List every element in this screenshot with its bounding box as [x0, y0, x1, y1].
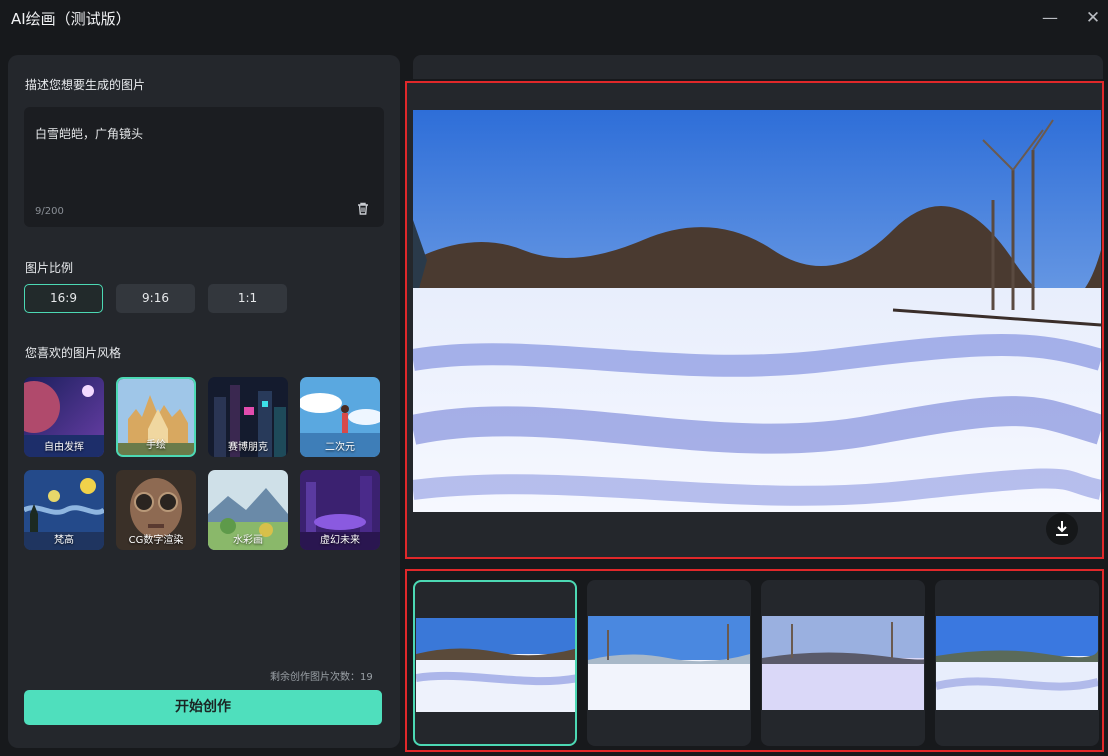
style-card-unreal-future[interactable]: 虚幻未来 [300, 470, 380, 550]
thumbnail-1[interactable] [413, 580, 577, 746]
title-bar: AI绘画（测试版） — ✕ [0, 0, 1108, 38]
remaining-count-label: 剩余创作图片次数：19 [270, 672, 373, 683]
style-label: 水彩画 [233, 535, 263, 546]
style-label: 梵高 [54, 535, 74, 546]
minimize-button[interactable]: — [1037, 6, 1063, 30]
style-label: 虚幻未来 [320, 535, 360, 546]
style-card-cyberpunk[interactable]: 赛博朋克 [208, 377, 288, 457]
thumbnail-2[interactable] [587, 580, 751, 746]
style-label: 赛博朋克 [228, 442, 268, 453]
thumbnail-image [416, 618, 575, 712]
char-count: 9/200 [35, 206, 64, 217]
thumbnail-3[interactable] [761, 580, 925, 746]
style-label: CG数字渲染 [128, 535, 184, 546]
preview-image [413, 110, 1101, 512]
download-button[interactable] [1046, 513, 1078, 545]
settings-panel: 描述您想要生成的图片 白雪皑皑，广角镜头 9/200 图片比例 16:9 9:1… [8, 55, 400, 748]
thumbnail-image [936, 616, 1098, 710]
style-card-freestyle[interactable]: 自由发挥 [24, 377, 104, 457]
style-card-hand-drawn[interactable]: 手绘 [116, 377, 196, 457]
style-card-van-gogh[interactable]: 梵高 [24, 470, 104, 550]
prompt-text[interactable]: 白雪皑皑，广角镜头 [35, 125, 143, 142]
ratio-1-1-button[interactable]: 1:1 [208, 284, 287, 313]
thumbnail-4[interactable] [935, 580, 1099, 746]
start-create-button[interactable]: 开始创作 [24, 690, 382, 725]
ratio-9-16-button[interactable]: 9:16 [116, 284, 195, 313]
thumbnail-image [588, 616, 750, 710]
style-section-label: 您喜欢的图片风格 [25, 346, 122, 360]
style-label: 手绘 [146, 440, 166, 451]
style-label: 自由发挥 [44, 442, 84, 453]
style-card-watercolor[interactable]: 水彩画 [208, 470, 288, 550]
style-card-cg-render[interactable]: CG数字渲染 [116, 470, 196, 550]
prompt-textarea[interactable]: 白雪皑皑，广角镜头 9/200 [24, 107, 384, 227]
app-title: AI绘画（测试版） [11, 10, 131, 28]
close-button[interactable]: ✕ [1080, 6, 1106, 30]
download-icon [1056, 521, 1068, 536]
thumbnail-image [762, 616, 924, 710]
preview-header [413, 55, 1103, 79]
style-label: 二次元 [325, 442, 355, 453]
ratio-16-9-button[interactable]: 16:9 [24, 284, 103, 313]
style-card-anime[interactable]: 二次元 [300, 377, 380, 457]
ratio-section-label: 图片比例 [25, 261, 74, 275]
prompt-section-label: 描述您想要生成的图片 [25, 78, 146, 92]
trash-icon[interactable] [354, 200, 372, 218]
